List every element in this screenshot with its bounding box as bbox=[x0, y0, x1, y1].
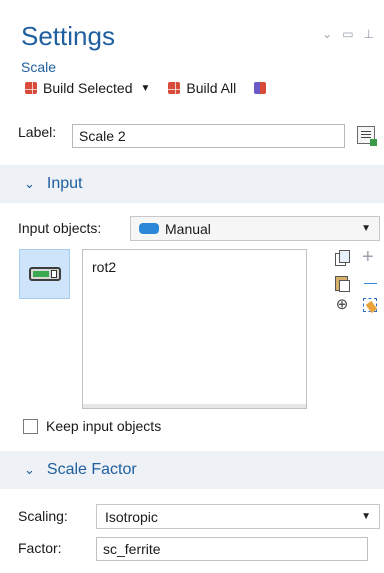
input-objects-label: Input objects: bbox=[18, 220, 102, 236]
keep-input-checkbox[interactable] bbox=[23, 418, 38, 434]
horizontal-scrollbar[interactable] bbox=[83, 404, 306, 408]
zoom-selection-icon[interactable]: ⊕ bbox=[333, 296, 351, 314]
build-all-icon bbox=[168, 82, 184, 97]
paste-icon[interactable] bbox=[333, 274, 351, 292]
build-selected-icon bbox=[25, 82, 40, 97]
build-selected-label: Build Selected bbox=[43, 80, 133, 96]
build-all-label: Build All bbox=[186, 80, 237, 96]
factor-field[interactable]: sc_ferrite bbox=[96, 537, 368, 561]
page-title: Settings bbox=[21, 21, 115, 51]
input-objects-select[interactable]: Manual ▼ bbox=[130, 216, 380, 241]
scaling-value: Isotropic bbox=[105, 508, 158, 525]
settings-panel: Settings Scale ⌄ ▭ ⊥ Build Selected ▼ Bu… bbox=[0, 0, 384, 573]
input-objects-list[interactable]: rot2 bbox=[82, 249, 307, 409]
clear-selection-icon[interactable] bbox=[361, 296, 379, 314]
input-objects-value: Manual bbox=[165, 220, 211, 237]
build-preview-icon bbox=[254, 82, 267, 94]
chevron-down-icon: ⌄ bbox=[24, 176, 35, 191]
chevron-down-icon[interactable]: ▼ bbox=[141, 83, 151, 94]
list-item[interactable]: rot2 bbox=[92, 259, 116, 275]
chevron-down-icon[interactable]: ⌄ bbox=[322, 27, 332, 41]
pin-icon[interactable]: ⊥ bbox=[364, 27, 374, 41]
keep-input-row: Keep input objects bbox=[23, 418, 161, 434]
label-edit-icon[interactable] bbox=[357, 126, 377, 146]
build-selected-button[interactable]: Build Selected ▼ bbox=[25, 80, 151, 97]
label-field[interactable]: Scale 2 bbox=[72, 124, 345, 148]
copy-icon[interactable] bbox=[333, 250, 351, 268]
factor-label: Factor: bbox=[18, 540, 62, 556]
chevron-down-icon: ⌄ bbox=[24, 462, 35, 477]
build-all-button[interactable]: Build All bbox=[168, 80, 237, 97]
input-section-title: Input bbox=[46, 175, 83, 192]
chevron-down-icon: ▼ bbox=[361, 223, 371, 234]
manual-selection-icon bbox=[139, 223, 159, 234]
remove-icon[interactable] bbox=[362, 274, 380, 292]
label-row: Label: bbox=[18, 124, 56, 140]
label-caption: Label: bbox=[18, 124, 57, 140]
keep-input-label: Keep input objects bbox=[46, 418, 162, 434]
scaling-label: Scaling: bbox=[18, 508, 68, 524]
build-preview-button[interactable] bbox=[254, 82, 267, 94]
build-toolbar: Build Selected ▼ Build All bbox=[25, 80, 284, 97]
selection-toggle-icon bbox=[28, 267, 61, 281]
scaling-select[interactable]: Isotropic ▼ bbox=[96, 504, 380, 529]
input-section-header[interactable]: ⌄ Input bbox=[0, 165, 384, 203]
window-controls: ⌄ ▭ ⊥ bbox=[322, 27, 374, 41]
add-icon[interactable]: + bbox=[362, 247, 380, 267]
scale-factor-section-title: Scale Factor bbox=[46, 461, 137, 478]
page-subtitle: Scale bbox=[21, 59, 57, 75]
chevron-down-icon: ▼ bbox=[361, 511, 371, 522]
activate-selection-toggle[interactable] bbox=[19, 249, 70, 299]
maximize-icon[interactable]: ▭ bbox=[342, 27, 353, 41]
scale-factor-section-header[interactable]: ⌄ Scale Factor bbox=[0, 451, 384, 489]
